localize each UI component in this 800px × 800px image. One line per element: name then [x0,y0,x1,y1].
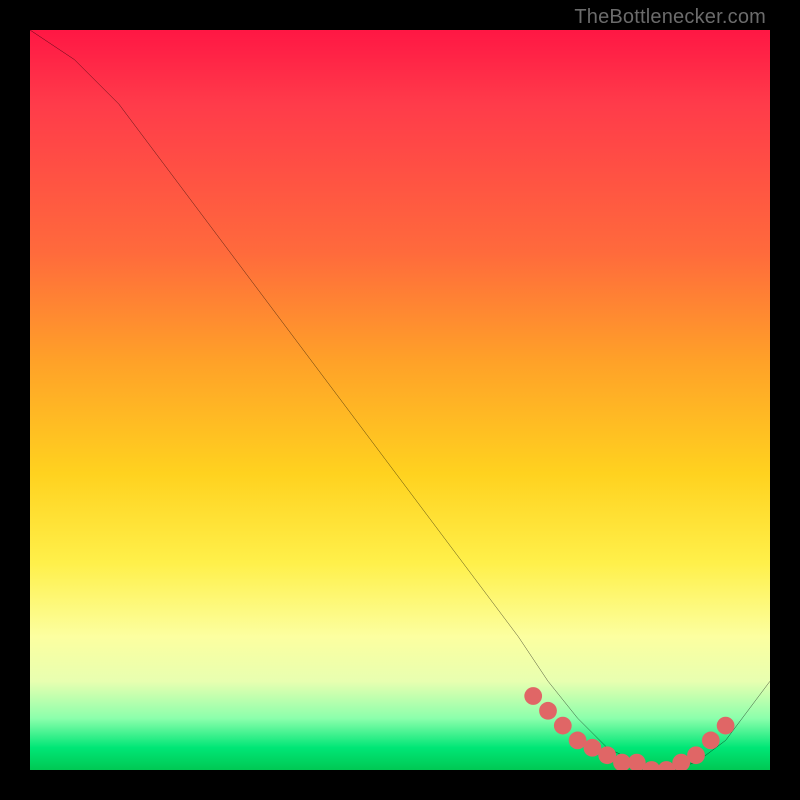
marker-dot [628,754,646,770]
marker-dot [717,717,735,735]
marker-dot [554,717,572,735]
marker-dot [687,746,705,764]
marker-dot [539,702,557,720]
chart-plot-area [30,30,770,770]
marker-dot [643,761,661,770]
curve-line [30,30,770,770]
marker-dot [598,746,616,764]
marker-dot [569,732,587,750]
marker-dot [702,732,720,750]
marker-dot [658,761,676,770]
marker-dot [613,754,631,770]
chart-frame: TheBottleneсker.com [0,0,800,800]
chart-svg [30,30,770,770]
marker-dot [672,754,690,770]
watermark-text: TheBottleneсker.com [574,6,766,29]
marker-dot [584,739,602,757]
marker-dots-group [524,687,734,770]
marker-dot [524,687,542,705]
